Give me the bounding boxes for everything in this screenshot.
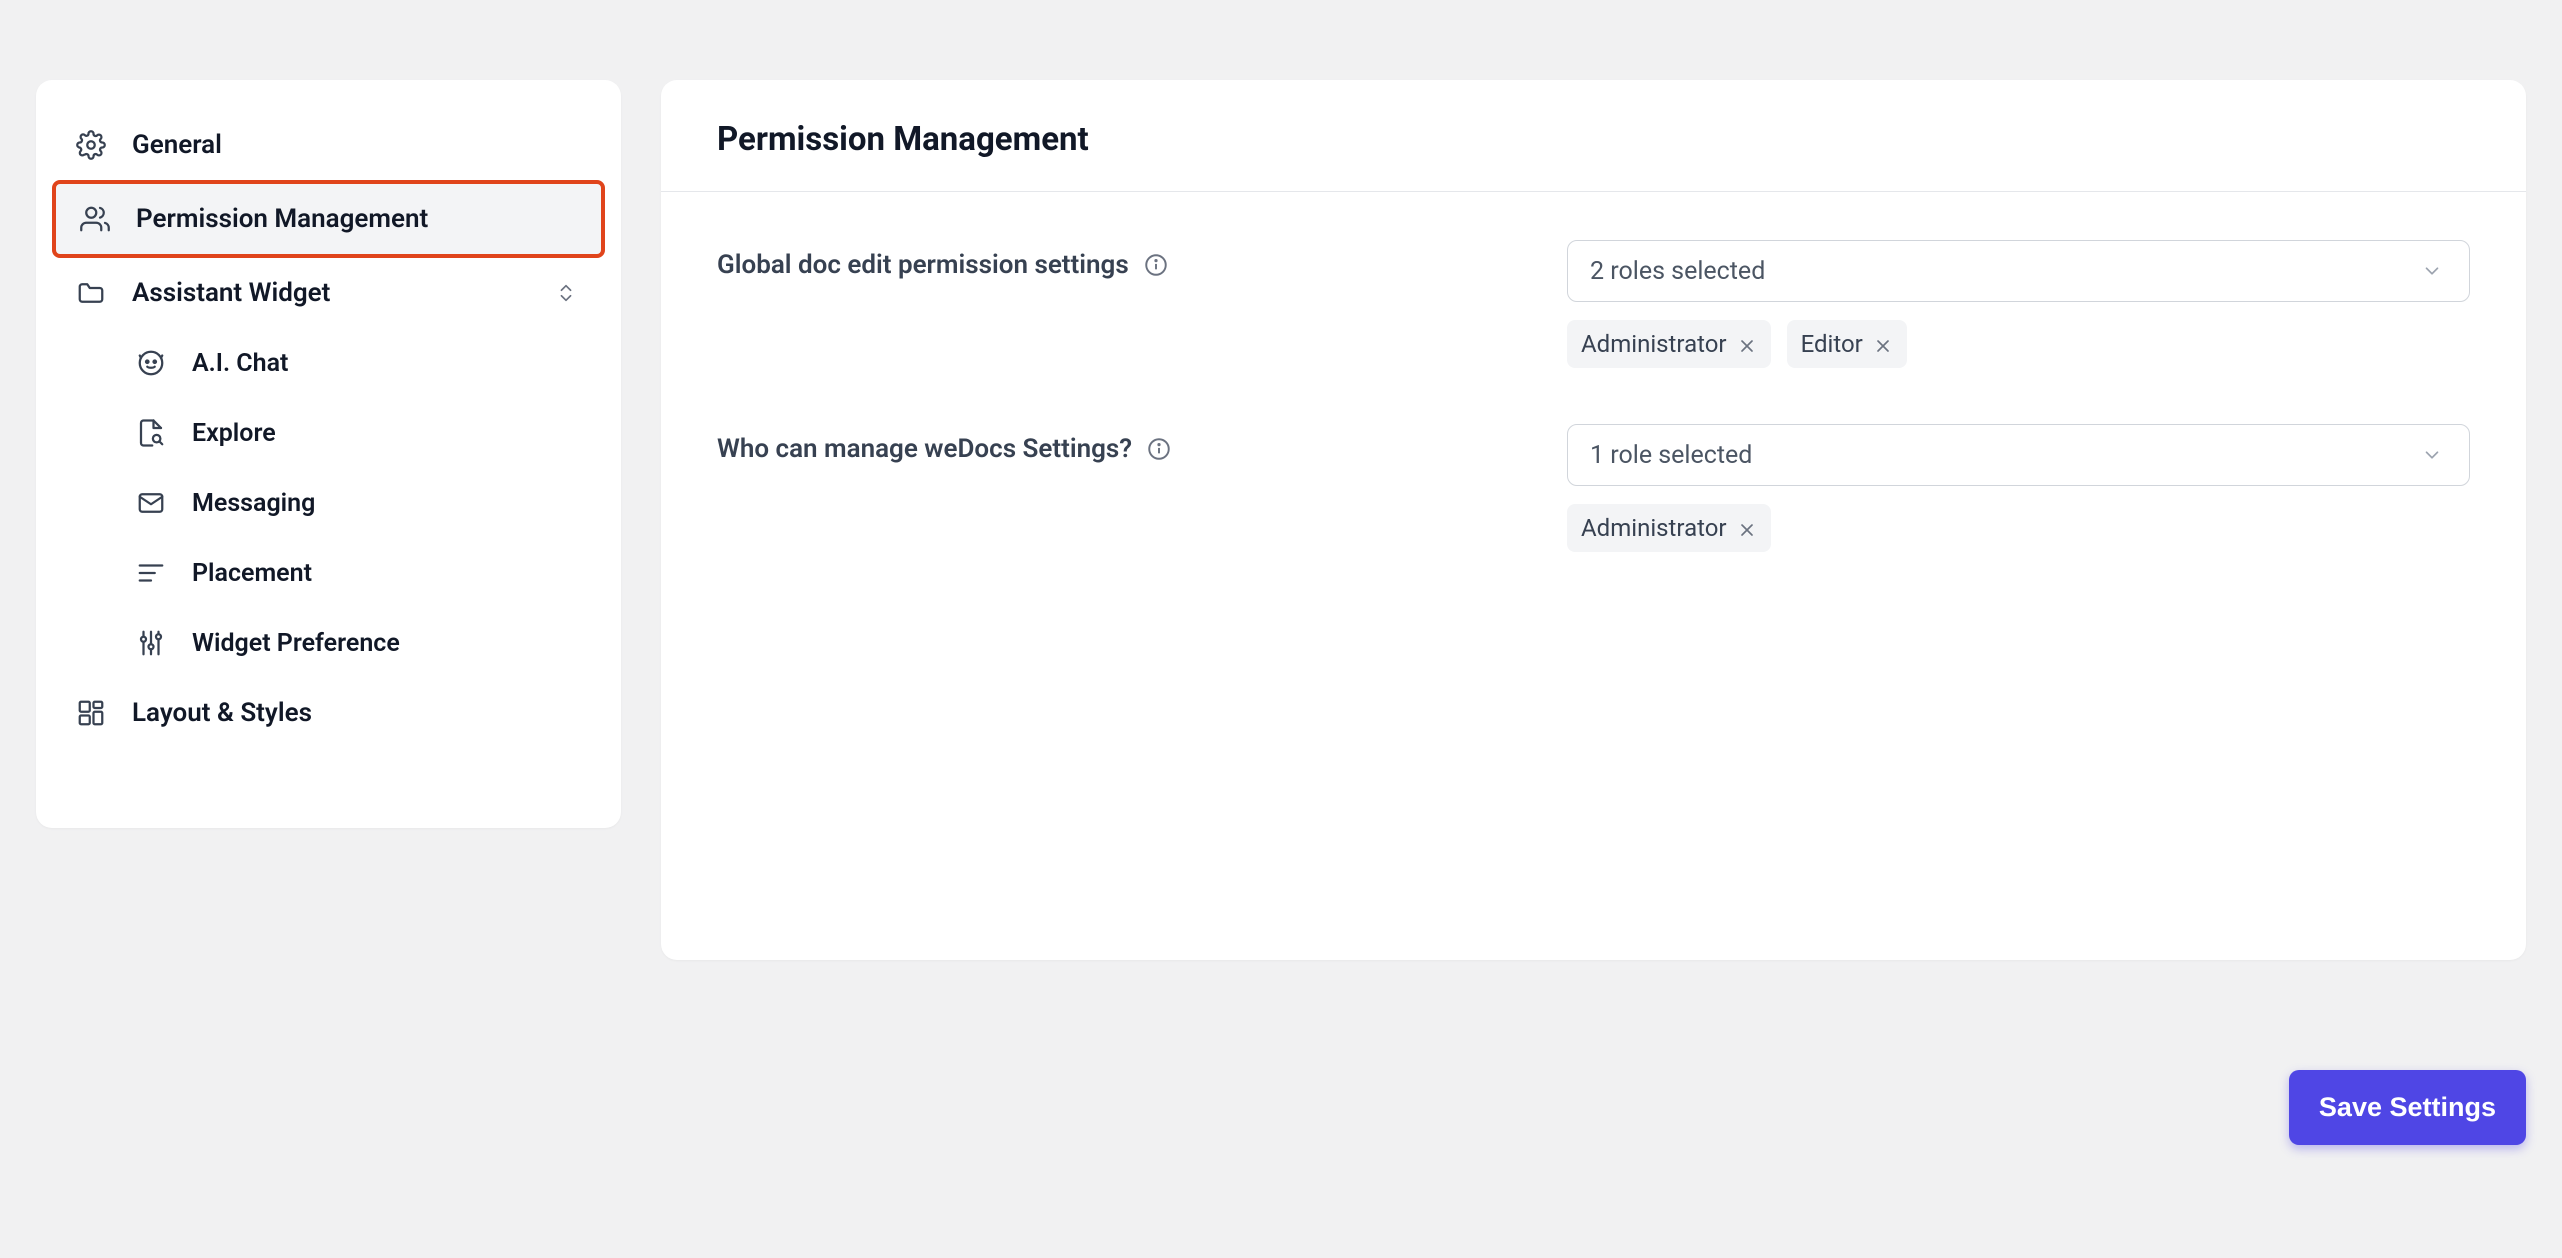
role-chip-administrator: Administrator <box>1567 320 1771 368</box>
sidebar-item-label: General <box>132 130 222 160</box>
select-value: 2 roles selected <box>1590 257 1765 286</box>
page-title: Permission Management <box>717 120 2470 159</box>
chevrons-up-down-icon <box>551 282 581 304</box>
sidebar-item-label: Explore <box>192 419 276 448</box>
folder-icon <box>76 278 106 308</box>
layout-icon <box>76 698 106 728</box>
chip-label: Administrator <box>1581 330 1727 358</box>
sidebar-item-explore[interactable]: Explore <box>112 398 605 468</box>
sidebar-item-label: Placement <box>192 559 312 588</box>
sliders-icon <box>136 628 166 658</box>
sidebar-item-permission-management[interactable]: Permission Management <box>52 180 605 258</box>
global-edit-roles-chips: Administrator Editor <box>1567 320 2470 368</box>
users-icon <box>80 204 110 234</box>
sidebar-item-label: Messaging <box>192 489 315 518</box>
remove-chip-icon[interactable] <box>1873 334 1893 354</box>
settings-sidebar: General Permission Management Assistant … <box>36 80 621 828</box>
setting-label: Who can manage weDocs Settings? <box>717 424 1567 464</box>
sidebar-item-label: A.I. Chat <box>192 349 288 378</box>
sidebar-item-general[interactable]: General <box>52 110 605 180</box>
setting-label-text: Who can manage weDocs Settings? <box>717 434 1132 464</box>
info-icon[interactable] <box>1146 436 1172 462</box>
manage-roles-select[interactable]: 1 role selected <box>1567 424 2470 486</box>
setting-label: Global doc edit permission settings <box>717 240 1567 280</box>
main-header: Permission Management <box>661 80 2526 192</box>
chip-label: Administrator <box>1581 514 1727 542</box>
chip-label: Editor <box>1801 330 1863 358</box>
save-settings-button[interactable]: Save Settings <box>2289 1070 2526 1145</box>
role-chip-administrator: Administrator <box>1567 504 1771 552</box>
setting-global-edit-permission: Global doc edit permission settings 2 ro… <box>717 240 2470 368</box>
remove-chip-icon[interactable] <box>1737 518 1757 538</box>
remove-chip-icon[interactable] <box>1737 334 1757 354</box>
chevron-down-icon <box>2417 444 2447 466</box>
document-search-icon <box>136 418 166 448</box>
setting-label-text: Global doc edit permission settings <box>717 250 1129 280</box>
main-panel: Permission Management Global doc edit pe… <box>661 80 2526 960</box>
sidebar-item-label: Widget Preference <box>192 629 400 658</box>
sidebar-item-label: Assistant Widget <box>132 278 330 308</box>
mail-icon <box>136 488 166 518</box>
align-left-icon <box>136 558 166 588</box>
sidebar-item-assistant-widget[interactable]: Assistant Widget <box>52 258 605 328</box>
global-edit-roles-select[interactable]: 2 roles selected <box>1567 240 2470 302</box>
sidebar-item-label: Permission Management <box>136 204 428 234</box>
assistant-widget-submenu: A.I. Chat Explore Messaging Placement <box>52 328 605 678</box>
role-chip-editor: Editor <box>1787 320 1907 368</box>
robot-icon <box>136 348 166 378</box>
sidebar-item-messaging[interactable]: Messaging <box>112 468 605 538</box>
sidebar-item-label: Layout & Styles <box>132 698 312 728</box>
sidebar-item-widget-preference[interactable]: Widget Preference <box>112 608 605 678</box>
sidebar-item-ai-chat[interactable]: A.I. Chat <box>112 328 605 398</box>
chevron-down-icon <box>2417 260 2447 282</box>
manage-roles-chips: Administrator <box>1567 504 2470 552</box>
setting-manage-wedocs: Who can manage weDocs Settings? 1 role s… <box>717 424 2470 552</box>
info-icon[interactable] <box>1143 252 1169 278</box>
sidebar-item-placement[interactable]: Placement <box>112 538 605 608</box>
gear-icon <box>76 130 106 160</box>
sidebar-item-layout-styles[interactable]: Layout & Styles <box>52 678 605 748</box>
select-value: 1 role selected <box>1590 441 1752 470</box>
